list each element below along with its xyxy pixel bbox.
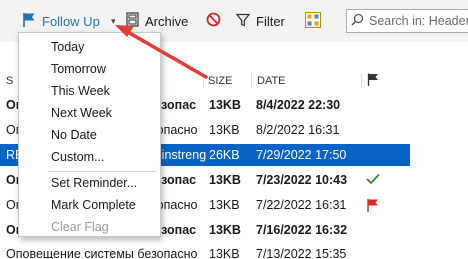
menu-item-no-date[interactable]: No Date: [20, 124, 159, 146]
archive-icon: [126, 12, 139, 30]
column-date[interactable]: DATE: [257, 75, 286, 87]
flag-icon: [22, 12, 36, 30]
menu-item-this-week[interactable]: This Week: [20, 80, 159, 102]
message-size: 13KB: [209, 173, 241, 187]
message-date: 7/23/2022 10:43: [256, 173, 348, 187]
menu-item-today[interactable]: Today: [20, 36, 159, 58]
message-from: Оповещение системы безопасно: [6, 247, 198, 259]
column-separator: [361, 73, 362, 88]
message-date: 8/4/2022 22:30: [256, 98, 341, 112]
follow-up-dropdown-button[interactable]: ▾: [111, 10, 116, 32]
column-separator: [203, 73, 204, 88]
mail-app: Follow Up ▾ Archive Filter Search in: He…: [0, 0, 468, 259]
check-icon[interactable]: [366, 173, 380, 188]
message-size: 26KB: [209, 148, 240, 162]
follow-up-button[interactable]: Follow Up: [22, 10, 100, 32]
message-size: 13KB: [209, 123, 240, 137]
column-from[interactable]: S: [6, 75, 13, 87]
search-box[interactable]: [346, 9, 468, 33]
menu-item-clear-flag: Clear Flag: [51, 220, 109, 234]
message-row[interactable]: Оповещение системы безопасно 13KB 7/13/2…: [0, 243, 410, 259]
search-input[interactable]: [369, 14, 468, 28]
follow-up-label: Follow Up: [42, 13, 100, 29]
message-size: 13KB: [209, 98, 241, 112]
message-size: 13KB: [209, 247, 240, 259]
address-book-button[interactable]: [305, 10, 321, 32]
menu-item-tomorrow[interactable]: Tomorrow: [20, 58, 159, 80]
menu-item-mark-complete[interactable]: Mark Complete: [20, 194, 159, 216]
chevron-down-icon: ▾: [111, 15, 116, 26]
block-button[interactable]: [206, 10, 221, 32]
filter-icon: [235, 13, 251, 30]
message-date: 7/16/2022 16:32: [256, 223, 348, 237]
column-size[interactable]: SIZE: [208, 75, 232, 87]
message-date: 8/2/2022 16:31: [256, 123, 340, 137]
filter-label: Filter: [256, 13, 285, 29]
menu-item-set-reminder[interactable]: Set Reminder...: [20, 172, 159, 194]
archive-button[interactable]: Archive: [126, 10, 188, 32]
people-icon: [305, 11, 321, 31]
search-icon: [351, 13, 364, 29]
red-flag-icon[interactable]: [366, 198, 379, 215]
message-date: 7/29/2022 17:50: [256, 148, 347, 162]
message-size: 13KB: [209, 198, 240, 212]
follow-up-menu: Today Tomorrow This Week Next Week No Da…: [18, 32, 161, 237]
filter-button[interactable]: Filter: [235, 10, 285, 32]
menu-item-next-week[interactable]: Next Week: [20, 102, 159, 124]
menu-item-custom[interactable]: Custom...: [20, 146, 159, 168]
message-date: 7/22/2022 16:31: [256, 198, 347, 212]
archive-label: Archive: [145, 13, 189, 29]
block-icon: [206, 12, 221, 30]
message-date: 7/13/2022 15:35: [256, 247, 347, 259]
column-flag-icon[interactable]: [367, 73, 379, 89]
message-size: 13KB: [209, 223, 241, 237]
column-separator: [251, 73, 252, 88]
